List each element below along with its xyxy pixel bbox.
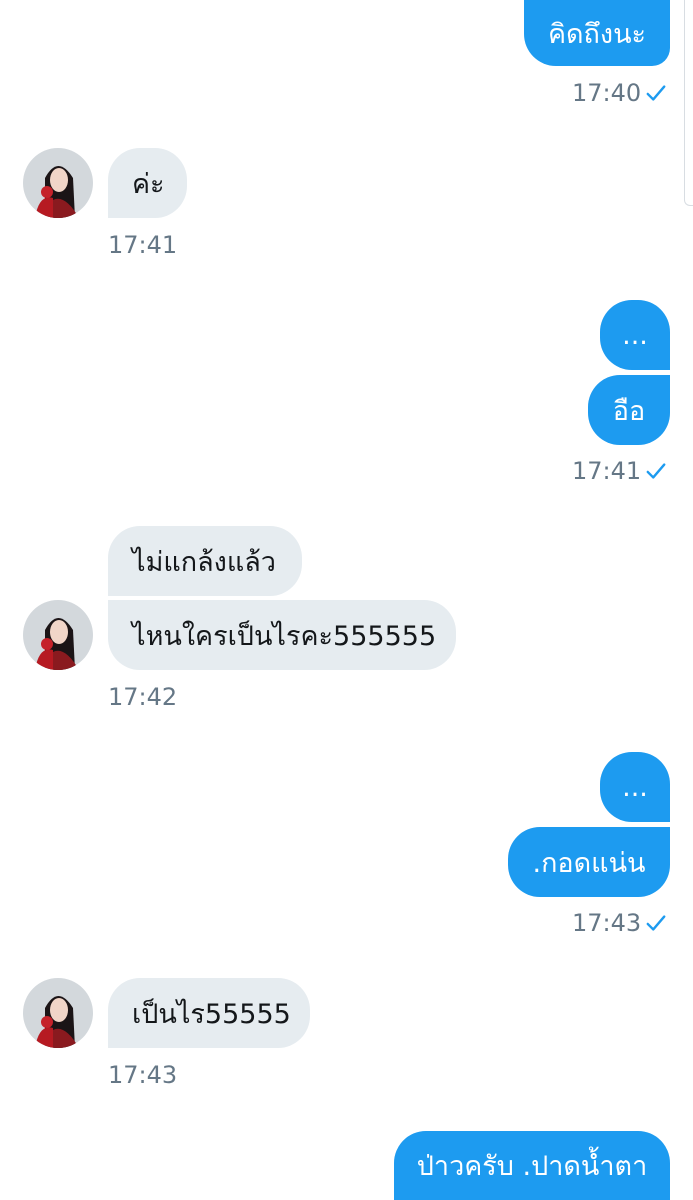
message-timestamp: 17:41: [108, 231, 178, 259]
message-bubble-sent[interactable]: คิดถึงนะ: [524, 0, 670, 66]
scrollbar[interactable]: [684, 0, 693, 206]
message-bubble-sent[interactable]: ...: [600, 752, 670, 822]
checkmark-icon: [646, 915, 666, 931]
message-bubble-received[interactable]: ไม่แกล้งแล้ว: [108, 526, 302, 596]
checkmark-icon: [646, 85, 666, 101]
message-text: คิดถึงนะ: [547, 18, 647, 50]
message-text: ป่าวครับ .ปาดน้ำตา: [416, 1151, 648, 1182]
message-bubble-sent[interactable]: อือ: [588, 375, 670, 445]
message-timestamp: 17:43: [108, 1061, 178, 1089]
message-bubble-sent[interactable]: ...: [600, 300, 670, 370]
message-timestamp: 17:43: [572, 909, 642, 937]
message-text: ไหนใครเป็นไรคะ555555: [132, 620, 437, 652]
message-timestamp: 17:40: [572, 79, 642, 107]
message-text: อือ: [612, 395, 646, 427]
message-text: ...: [622, 319, 648, 351]
message-bubble-sent[interactable]: .กอดแน่น: [508, 827, 670, 897]
message-text: เป็นไร55555: [132, 998, 291, 1030]
message-text: .กอดแน่น: [532, 847, 646, 879]
message-text: ไม่แกล้งแล้ว: [132, 546, 276, 578]
message-bubble-received[interactable]: ค่ะ: [108, 148, 187, 218]
message-timestamp: 17:41: [572, 457, 642, 485]
message-text: ...: [622, 771, 648, 803]
message-bubble-received[interactable]: ไหนใครเป็นไรคะ555555: [108, 600, 456, 670]
message-bubble-sent[interactable]: ป่าวครับ .ปาดน้ำตา: [394, 1131, 670, 1200]
checkmark-icon: [646, 463, 666, 479]
avatar[interactable]: [23, 978, 93, 1048]
message-text: ค่ะ: [132, 168, 165, 200]
avatar[interactable]: [23, 148, 93, 218]
message-bubble-received[interactable]: เป็นไร55555: [108, 978, 310, 1048]
message-timestamp: 17:42: [108, 683, 178, 711]
avatar[interactable]: [23, 600, 93, 670]
